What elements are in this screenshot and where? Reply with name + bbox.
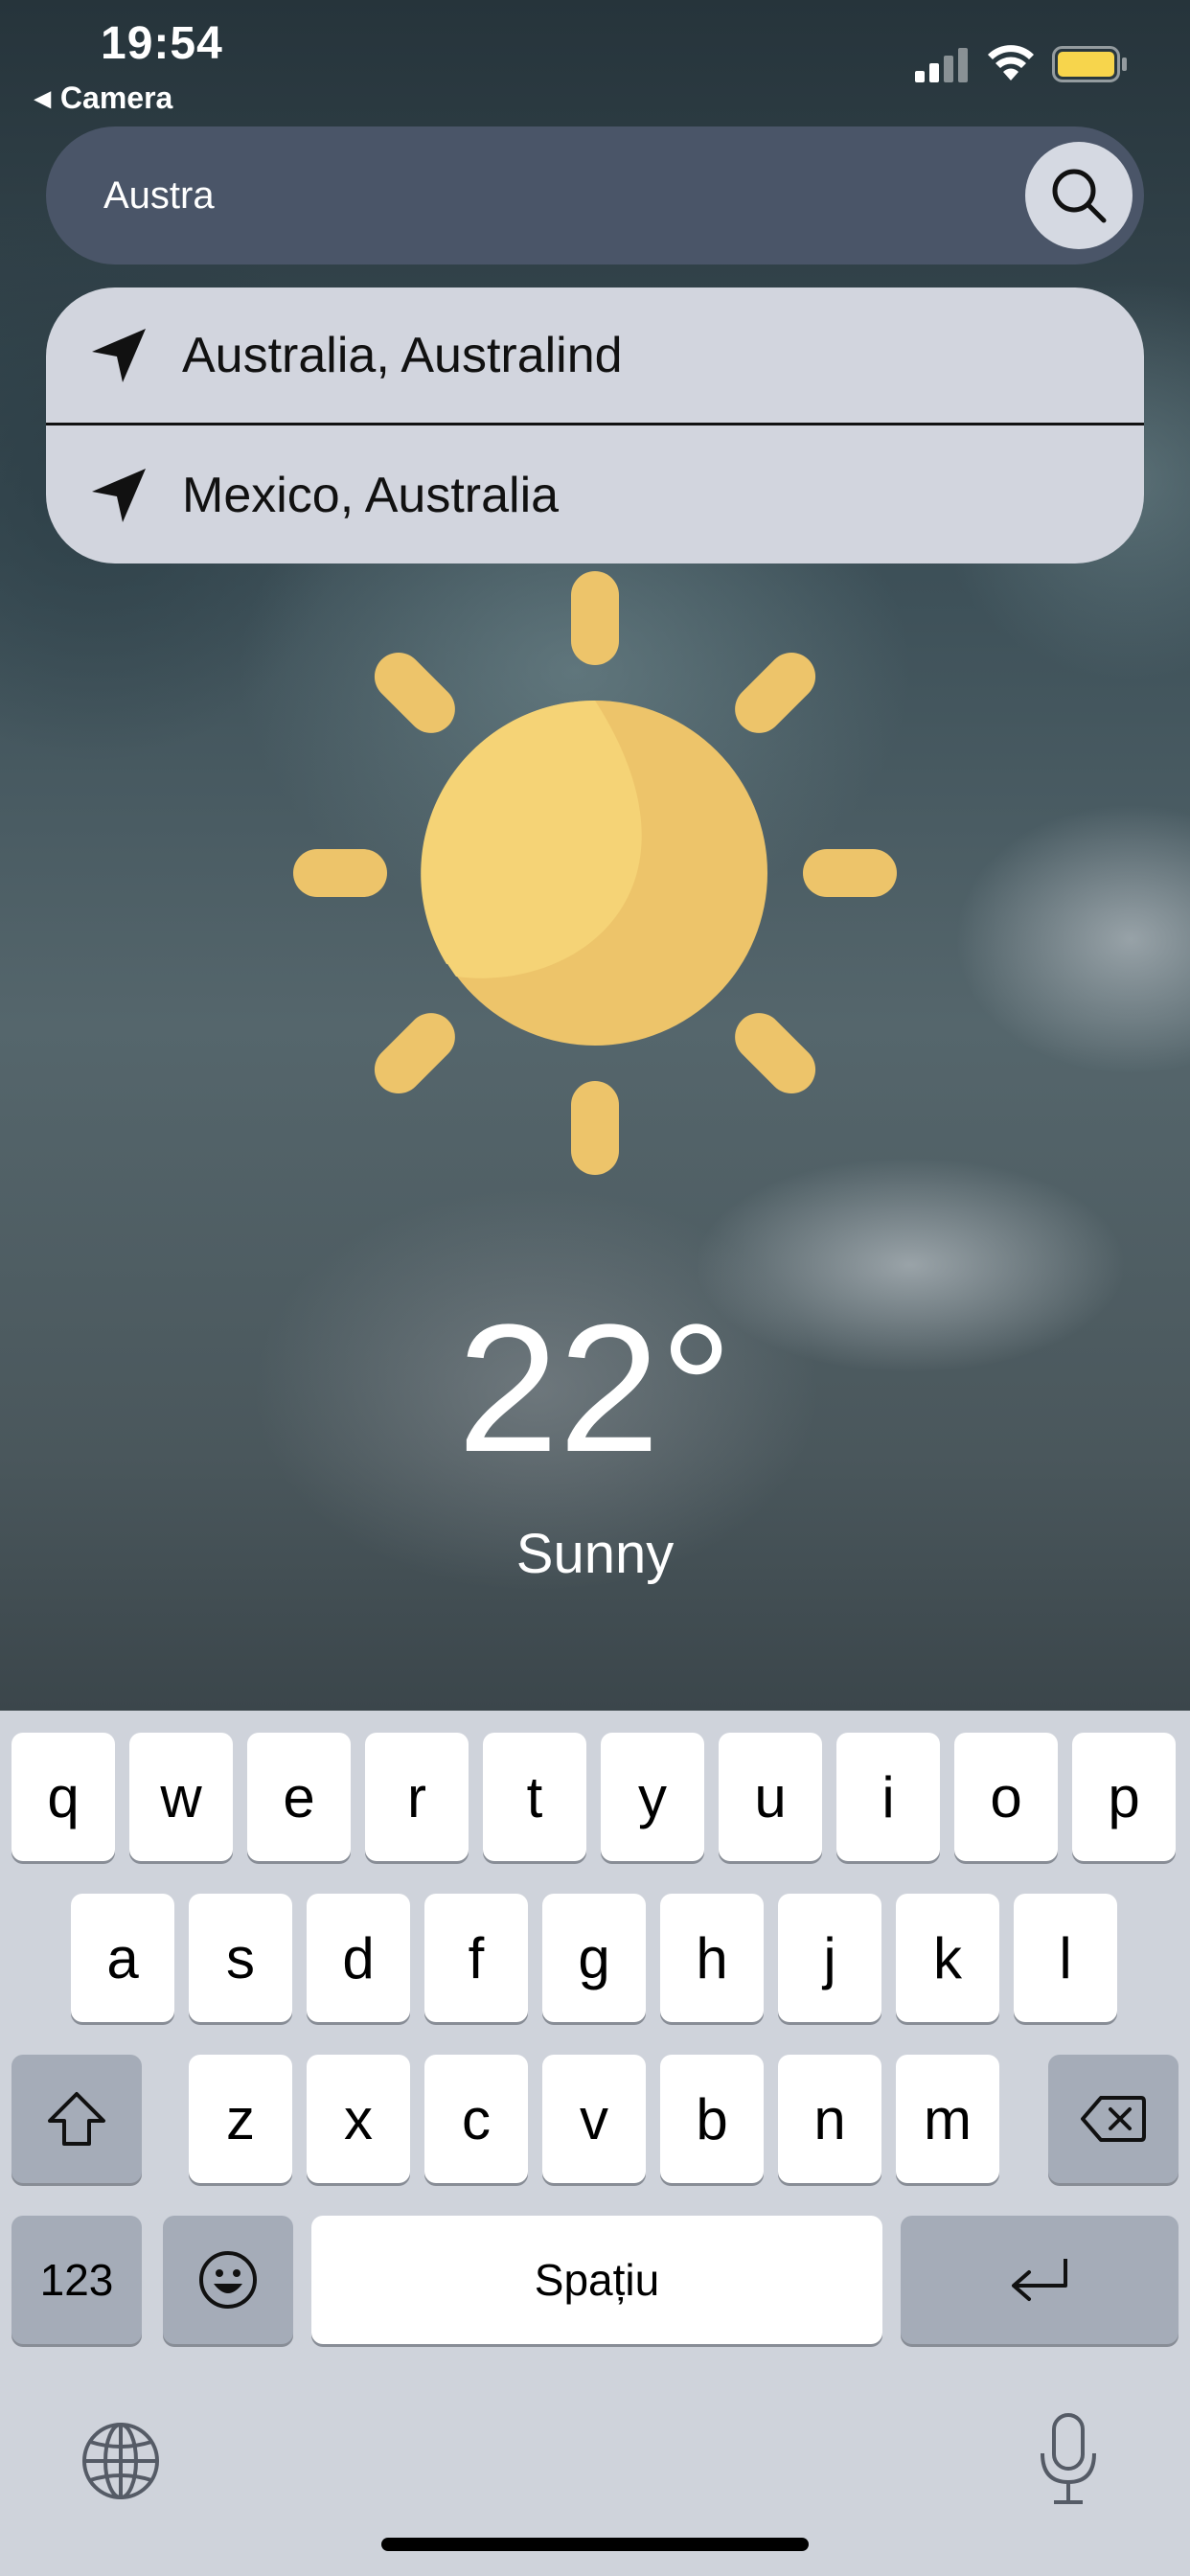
location-arrow-icon bbox=[92, 469, 146, 522]
suggestion-label: Mexico, Australia bbox=[182, 468, 560, 523]
numbers-key[interactable]: 123 bbox=[11, 2216, 142, 2344]
shift-icon bbox=[48, 2092, 105, 2146]
key-p[interactable]: p bbox=[1072, 1733, 1176, 1861]
sun-icon bbox=[293, 571, 897, 1175]
shift-key[interactable] bbox=[11, 2055, 142, 2183]
search-input[interactable] bbox=[103, 126, 966, 264]
space-key[interactable]: Spațiu bbox=[311, 2216, 882, 2344]
key-o[interactable]: o bbox=[954, 1733, 1058, 1861]
key-a[interactable]: a bbox=[71, 1894, 174, 2022]
key-r[interactable]: r bbox=[365, 1733, 469, 1861]
return-icon bbox=[1012, 2259, 1067, 2301]
key-i[interactable]: i bbox=[836, 1733, 940, 1861]
wifi-icon bbox=[988, 45, 1034, 80]
key-x[interactable]: x bbox=[307, 2055, 410, 2183]
search-suggestions: Australia, Australind Mexico, Australia bbox=[46, 288, 1144, 564]
key-n[interactable]: n bbox=[778, 2055, 881, 2183]
key-z[interactable]: z bbox=[189, 2055, 292, 2183]
search-icon bbox=[1052, 169, 1107, 223]
key-c[interactable]: c bbox=[424, 2055, 528, 2183]
key-s[interactable]: s bbox=[189, 1894, 292, 2022]
location-arrow-icon bbox=[92, 328, 146, 382]
back-triangle-icon: ◀ bbox=[34, 85, 51, 110]
status-time: 19:54 bbox=[101, 18, 223, 69]
emoji-icon bbox=[199, 2251, 257, 2309]
key-v[interactable]: v bbox=[542, 2055, 646, 2183]
key-m[interactable]: m bbox=[896, 2055, 999, 2183]
weather-condition: Sunny bbox=[515, 1523, 675, 1585]
key-l[interactable]: l bbox=[1014, 1894, 1117, 2022]
delete-icon bbox=[1081, 2096, 1146, 2142]
delete-key[interactable] bbox=[1048, 2055, 1179, 2183]
emoji-key[interactable] bbox=[163, 2216, 293, 2344]
return-key[interactable] bbox=[901, 2216, 1179, 2344]
cellular-signal-icon bbox=[915, 48, 968, 82]
key-w[interactable]: w bbox=[129, 1733, 233, 1861]
globe-icon[interactable] bbox=[80, 2421, 161, 2501]
back-app-label: Camera bbox=[59, 80, 173, 115]
suggestion-item[interactable]: Mexico, Australia bbox=[46, 426, 1144, 564]
back-to-camera-link[interactable]: ◀ Camera bbox=[34, 80, 172, 116]
key-t[interactable]: t bbox=[483, 1733, 586, 1861]
suggestion-label: Australia, Australind bbox=[182, 327, 623, 383]
key-j[interactable]: j bbox=[778, 1894, 881, 2022]
key-d[interactable]: d bbox=[307, 1894, 410, 2022]
search-button[interactable] bbox=[1025, 142, 1133, 249]
key-h[interactable]: h bbox=[660, 1894, 764, 2022]
key-f[interactable]: f bbox=[424, 1894, 528, 2022]
search-bar bbox=[46, 126, 1144, 264]
suggestion-item[interactable]: Australia, Australind bbox=[46, 288, 1144, 426]
key-g[interactable]: g bbox=[542, 1894, 646, 2022]
microphone-icon[interactable] bbox=[1035, 2411, 1102, 2507]
key-y[interactable]: y bbox=[601, 1733, 704, 1861]
key-b[interactable]: b bbox=[660, 2055, 764, 2183]
home-indicator[interactable] bbox=[381, 2538, 809, 2551]
key-q[interactable]: q bbox=[11, 1733, 115, 1861]
key-u[interactable]: u bbox=[719, 1733, 822, 1861]
temperature: 22° bbox=[457, 1287, 733, 1490]
key-k[interactable]: k bbox=[896, 1894, 999, 2022]
battery-icon bbox=[1052, 46, 1127, 82]
key-e[interactable]: e bbox=[247, 1733, 351, 1861]
